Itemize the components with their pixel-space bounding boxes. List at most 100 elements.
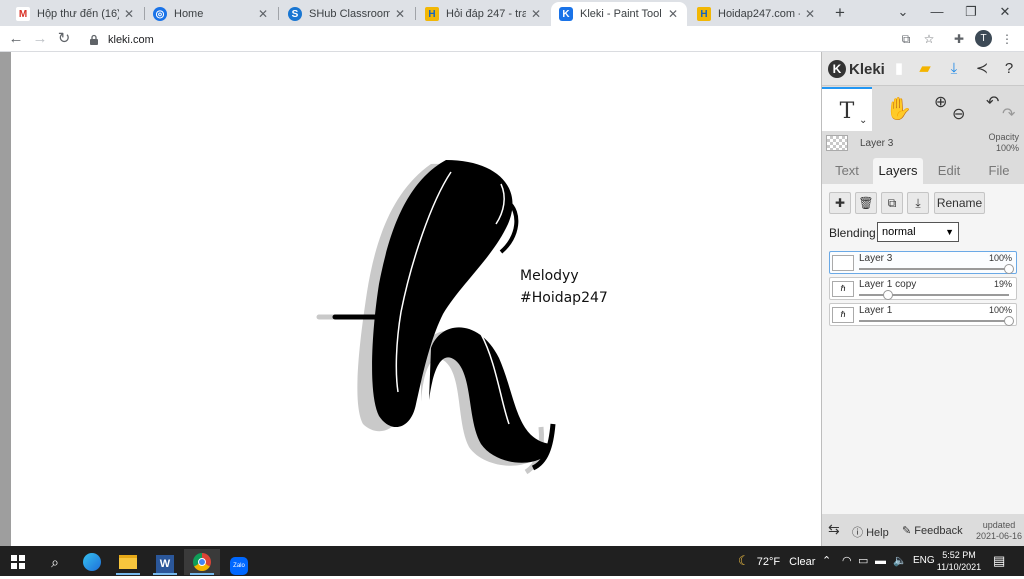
back-icon[interactable]: ← (6, 29, 26, 49)
close-icon[interactable]: ✕ (394, 7, 406, 21)
wifi-icon[interactable]: ◠ (842, 546, 852, 576)
close-icon[interactable]: ✕ (257, 7, 269, 21)
layer-name: Layer 1 (859, 305, 893, 316)
search-icon[interactable]: ⌕ (37, 549, 73, 575)
profile-avatar[interactable]: T (975, 30, 992, 47)
drawing-canvas[interactable]: Melodyy #Hoidap247 (11, 52, 821, 546)
layer-item-layer-1-copy[interactable]: ℏ Layer 1 copy 19% (829, 277, 1017, 300)
blending-select[interactable]: normal ▼ (877, 222, 959, 242)
redo-icon[interactable]: ↷ (1002, 93, 1015, 137)
tab-home[interactable]: ◎ Home ✕ (145, 2, 277, 26)
menu-kebab-icon[interactable]: ⋮ (998, 30, 1016, 48)
help-circle-icon: ⓘ (852, 527, 863, 539)
browser-toolbar: ← → ↻ kleki.com ⧉ ☆ ✚ T ⋮ (0, 26, 1024, 52)
layer-name: Layer 3 (859, 253, 893, 264)
undo-icon[interactable]: ↶ (986, 81, 999, 125)
reload-icon[interactable]: ↻ (54, 29, 74, 49)
volume-icon[interactable]: 🔈 (893, 546, 907, 576)
kleki-logo-text: Kleki (849, 60, 885, 78)
swap-side-icon[interactable]: ⇆ (828, 521, 840, 538)
edge-icon[interactable] (74, 549, 110, 575)
clock[interactable]: 5:52 PM 11/10/2021 (932, 549, 986, 573)
word-icon[interactable]: W (147, 549, 183, 575)
tab-search-icon[interactable]: ⌄ (886, 0, 920, 26)
tab-hoidap[interactable]: H Hỏi đáp 247 - trang tr ✕ (417, 2, 550, 26)
clock-time: 5:52 PM (942, 550, 976, 560)
bookmark-star-icon[interactable]: ☆ (920, 30, 938, 48)
notification-icon[interactable]: ▤ (993, 546, 1005, 576)
canvas-text-line-2: #Hoidap247 (520, 290, 608, 306)
close-icon[interactable]: ✕ (804, 7, 816, 21)
download-icon[interactable]: ⤓ (943, 58, 965, 80)
share-icon[interactable]: ≺ (971, 58, 993, 80)
zalo-icon[interactable]: Zalo (221, 549, 257, 575)
tab-file[interactable]: File (974, 158, 1024, 184)
opacity-slider-knob[interactable] (1004, 264, 1014, 274)
help-circle-icon[interactable]: ? (998, 58, 1020, 80)
restore-button[interactable]: ❐ (954, 0, 988, 26)
tab-title: Hoidap247.com - Hỏi (718, 8, 800, 20)
tool-selector: T ⌄ ✋ ⊕ ⊖ ↶ ↷ (822, 87, 1024, 131)
new-image-icon[interactable]: ▮ (888, 58, 910, 80)
feedback-button[interactable]: ✎ Feedback (902, 524, 963, 537)
help-button[interactable]: ⓘ Help (852, 524, 889, 540)
tab-text[interactable]: Text (822, 158, 872, 184)
start-icon[interactable] (0, 549, 36, 575)
rename-layer-button[interactable]: Rename (934, 192, 985, 214)
battery-icon[interactable]: ▬ (875, 546, 886, 576)
minimize-button[interactable]: — (920, 0, 954, 26)
new-tab-button[interactable]: + (830, 3, 850, 23)
layer-opacity: 19% (993, 279, 1012, 289)
merge-layer-button[interactable]: ⤓ (907, 192, 929, 214)
tab-title: Hộp thư đến (16) - cra (37, 8, 119, 20)
opacity-slider-track[interactable] (859, 268, 1009, 270)
delete-layer-button[interactable]: 🗑 (855, 192, 877, 214)
weather-widget[interactable]: ☾ 72°F Clear (738, 546, 815, 576)
tab-hoidap247[interactable]: H Hoidap247.com - Hỏi ✕ (689, 2, 824, 26)
kleki-logo-icon: K (828, 60, 846, 78)
opacity-slider-track[interactable] (859, 320, 1009, 322)
text-tool-button[interactable]: T ⌄ (822, 87, 872, 131)
opacity-slider-knob[interactable] (1004, 316, 1014, 326)
zoom-in-icon[interactable]: ⊕ (934, 81, 947, 125)
hand-tool-button[interactable]: ✋ (874, 87, 924, 131)
feedback-icon: ✎ (902, 525, 912, 537)
close-window-button[interactable]: ✕ (988, 0, 1022, 26)
network-icon[interactable]: ▭ (858, 546, 868, 576)
forward-icon[interactable]: → (30, 29, 50, 49)
add-layer-button[interactable]: ✚ (829, 192, 851, 214)
open-folder-icon[interactable]: ▰ (914, 58, 936, 80)
close-icon[interactable]: ✕ (123, 7, 135, 21)
zoom-buttons[interactable]: ⊕ ⊖ (926, 87, 976, 131)
chrome-icon[interactable] (184, 549, 220, 575)
undo-redo-buttons[interactable]: ↶ ↷ (976, 87, 1024, 131)
tab-title: Home (174, 8, 204, 20)
tab-kleki[interactable]: K Kleki - Paint Tool ✕ (551, 2, 687, 26)
current-layer-name: Layer 3 (860, 138, 894, 149)
zoom-out-icon[interactable]: ⊖ (952, 93, 965, 137)
opacity-slider-track[interactable] (859, 294, 1009, 296)
close-icon[interactable]: ✕ (530, 7, 542, 21)
extensions-icon[interactable]: ✚ (950, 30, 968, 48)
layer-name: Layer 1 copy (859, 279, 917, 290)
kleki-logo[interactable]: K Kleki (828, 58, 885, 80)
tab-shub[interactable]: S SHub Classroom ✕ (280, 2, 414, 26)
hoidap-icon: H (425, 7, 439, 21)
opacity-slider-knob[interactable] (882, 290, 893, 300)
address-bar[interactable]: kleki.com (80, 29, 895, 50)
file-explorer-icon[interactable] (110, 549, 146, 575)
updated-info[interactable]: updated 2021-06-16 (976, 520, 1022, 542)
layer-item-layer-3[interactable]: Layer 3 100% (829, 251, 1017, 274)
tab-edit[interactable]: Edit (924, 158, 974, 184)
translate-icon[interactable]: ⧉ (897, 30, 915, 48)
duplicate-layer-button[interactable]: ⧉ (881, 192, 903, 214)
close-icon[interactable]: ✕ (667, 7, 679, 21)
current-layer-status: Layer 3 Opacity 100% (822, 132, 1024, 156)
blending-value: normal (882, 226, 916, 238)
tab-layers[interactable]: Layers (873, 158, 923, 184)
layer-item-layer-1[interactable]: ℏ Layer 1 100% (829, 303, 1017, 326)
show-hidden-icons[interactable]: ⌃ (822, 546, 831, 576)
canvas-background-strip (0, 52, 11, 546)
moon-icon: ☾ (738, 553, 750, 568)
tab-gmail[interactable]: M Hộp thư đến (16) - cra ✕ (8, 2, 143, 26)
